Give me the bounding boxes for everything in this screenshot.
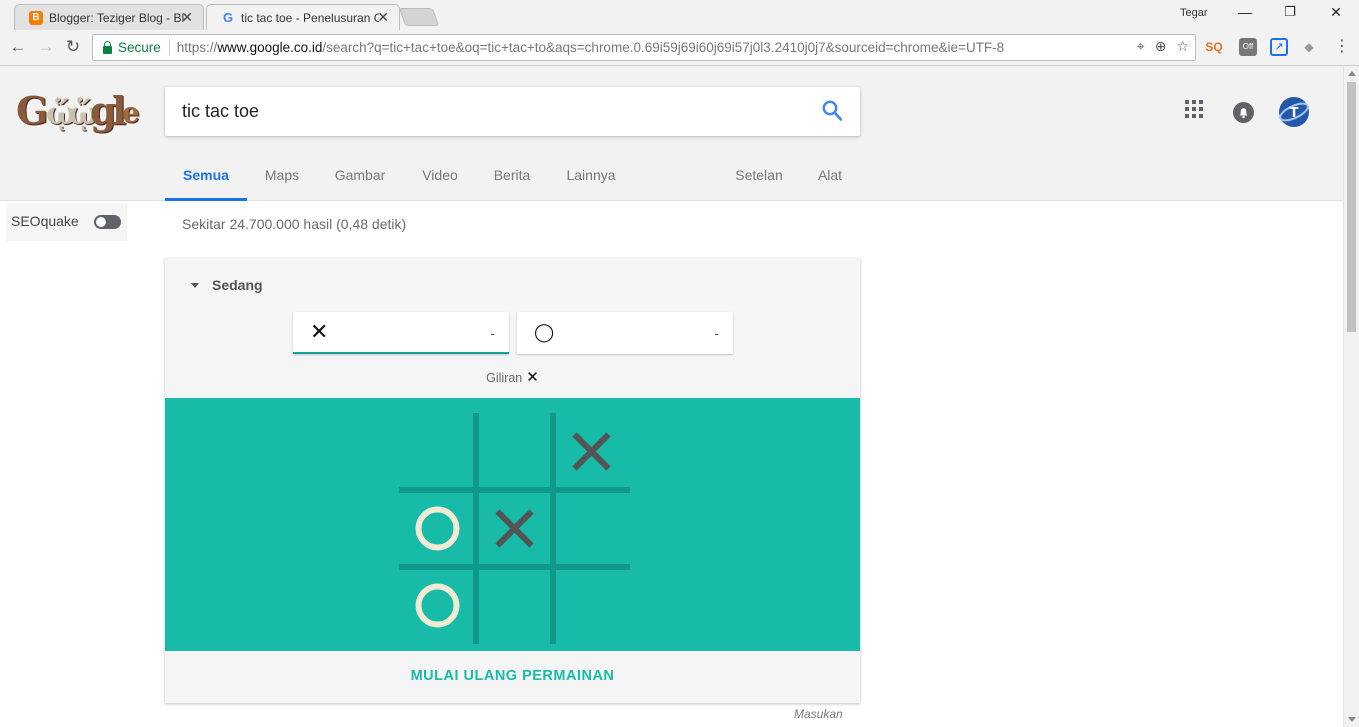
seoquake-label: SEOquake bbox=[11, 213, 79, 229]
page-scrollbar[interactable] bbox=[1343, 66, 1359, 727]
tic-tac-toe-card: Sedang ✕ - ◯ - Giliran ✕ MULAI ULANG PERM… bbox=[165, 258, 860, 703]
blogger-icon: B bbox=[29, 10, 43, 25]
secure-label: Secure bbox=[118, 40, 161, 55]
board-cell[interactable] bbox=[553, 490, 630, 567]
svg-text:T: T bbox=[1290, 106, 1299, 121]
player-x-score: ✕ - bbox=[293, 312, 509, 354]
tab-lainnya[interactable]: Lainnya bbox=[559, 154, 623, 201]
result-stats: Sekitar 24.700.000 hasil (0,48 detik) bbox=[182, 216, 407, 232]
board-cell[interactable] bbox=[553, 567, 630, 644]
google-header: G ᾥ ᾥ g l e tic tac toe T Semua Maps Gam… bbox=[0, 66, 1343, 201]
seoquake-extension-icon[interactable]: SQ bbox=[1205, 38, 1223, 56]
restart-game-button[interactable]: MULAI ULANG PERMAINAN bbox=[165, 651, 860, 703]
board-cell[interactable] bbox=[399, 490, 476, 567]
turn-indicator: Giliran ✕ bbox=[165, 368, 860, 386]
tab-setelan[interactable]: Setelan bbox=[727, 154, 791, 201]
x-icon: ✕ bbox=[310, 319, 329, 344]
location-icon[interactable]: ⌖ bbox=[1137, 38, 1145, 55]
google-doodle-logo[interactable]: G ᾥ ᾥ g l e bbox=[16, 88, 144, 138]
board-grid[interactable] bbox=[165, 398, 860, 651]
board-cell[interactable] bbox=[399, 413, 476, 490]
tab-blogger[interactable]: B Blogger: Teziger Blog - Bl ✕ bbox=[14, 4, 204, 30]
board-cell[interactable] bbox=[476, 567, 553, 644]
search-box[interactable]: tic tac toe bbox=[165, 87, 860, 136]
google-icon: G bbox=[222, 10, 234, 25]
bookmark-star-icon[interactable]: ☆ bbox=[1176, 38, 1189, 55]
url-path: /search?q=tic+tac+toe&oq=tic+tac+to&aqs=… bbox=[322, 40, 1005, 55]
scroll-up-icon[interactable] bbox=[1348, 71, 1356, 76]
forward-icon[interactable]: → bbox=[36, 37, 56, 57]
url-text[interactable]: https://www.google.co.id/search?q=tic+ta… bbox=[177, 40, 1004, 55]
player-o-score: ◯ - bbox=[517, 312, 733, 354]
seoquake-toggle[interactable] bbox=[94, 215, 121, 229]
back-icon[interactable]: ← bbox=[8, 37, 28, 57]
o-icon: ◯ bbox=[534, 322, 555, 342]
tab-title: tic tac toe - Penelusuran G bbox=[241, 10, 379, 25]
tab-maps[interactable]: Maps bbox=[255, 154, 309, 201]
game-board[interactable] bbox=[165, 398, 860, 651]
difficulty-selector[interactable]: Sedang bbox=[191, 277, 263, 293]
tab-semua[interactable]: Semua bbox=[165, 154, 247, 201]
restore-icon[interactable]: ❐ bbox=[1280, 4, 1300, 20]
omnibox-actions: ⌖ ⊕ ☆ bbox=[1137, 38, 1189, 55]
share-extension-icon[interactable]: ↗ bbox=[1270, 38, 1288, 56]
seoquake-panel: SEOquake bbox=[6, 204, 127, 241]
new-tab-button[interactable] bbox=[398, 8, 440, 26]
address-bar[interactable]: Secure https://www.google.co.id/search?q… bbox=[92, 34, 1196, 61]
window-close-icon[interactable]: ✕ bbox=[1326, 4, 1346, 21]
board-cell[interactable] bbox=[476, 413, 553, 490]
turn-label: Giliran bbox=[486, 371, 523, 385]
feedback-link[interactable]: Masukan bbox=[794, 707, 843, 721]
search-tabs: Semua Maps Gambar Video Berita Lainnya S… bbox=[165, 154, 1165, 201]
tab-google-search[interactable]: G tic tac toe - Penelusuran G ✕ bbox=[206, 4, 400, 30]
score-value: - bbox=[714, 325, 719, 341]
tab-berita[interactable]: Berita bbox=[485, 154, 539, 201]
tab-title: Blogger: Teziger Blog - Bl bbox=[49, 10, 185, 25]
close-icon[interactable]: ✕ bbox=[181, 9, 193, 26]
menu-icon[interactable]: ⋮ bbox=[1333, 38, 1351, 56]
score-value: - bbox=[490, 325, 495, 341]
browser-toolbar: ← → ↻ Secure https://www.google.co.id/se… bbox=[0, 30, 1359, 66]
tab-gambar[interactable]: Gambar bbox=[327, 154, 393, 201]
search-input[interactable]: tic tac toe bbox=[182, 101, 259, 122]
scroll-down-icon[interactable] bbox=[1348, 717, 1356, 722]
notifications-icon[interactable] bbox=[1233, 102, 1254, 123]
close-icon[interactable]: ✕ bbox=[377, 9, 389, 26]
apps-grid-icon[interactable] bbox=[1185, 100, 1203, 118]
off-extension-icon[interactable]: Off bbox=[1239, 38, 1257, 56]
search-icon[interactable] bbox=[822, 100, 842, 122]
profile-name[interactable]: Tegar bbox=[1180, 7, 1208, 19]
reload-icon[interactable]: ↻ bbox=[63, 37, 83, 57]
url-domain: www.google.co.id bbox=[217, 40, 323, 55]
x-icon: ✕ bbox=[526, 369, 539, 386]
account-avatar[interactable]: T bbox=[1278, 96, 1310, 128]
difficulty-label: Sedang bbox=[212, 277, 263, 293]
browser-titlebar: B Blogger: Teziger Blog - Bl ✕ G tic tac… bbox=[0, 0, 1359, 30]
tab-video[interactable]: Video bbox=[413, 154, 467, 201]
lock-icon bbox=[103, 40, 112, 54]
puzzle-extension-icon[interactable]: ◆ bbox=[1300, 38, 1318, 56]
caret-down-icon bbox=[191, 283, 199, 288]
divider bbox=[168, 39, 170, 56]
url-prefix: https:// bbox=[176, 40, 218, 55]
zoom-icon[interactable]: ⊕ bbox=[1155, 38, 1167, 55]
minimize-icon[interactable]: — bbox=[1235, 4, 1255, 20]
board-cell[interactable] bbox=[399, 567, 476, 644]
scroll-thumb[interactable] bbox=[1347, 82, 1356, 332]
tab-alat[interactable]: Alat bbox=[810, 154, 850, 201]
